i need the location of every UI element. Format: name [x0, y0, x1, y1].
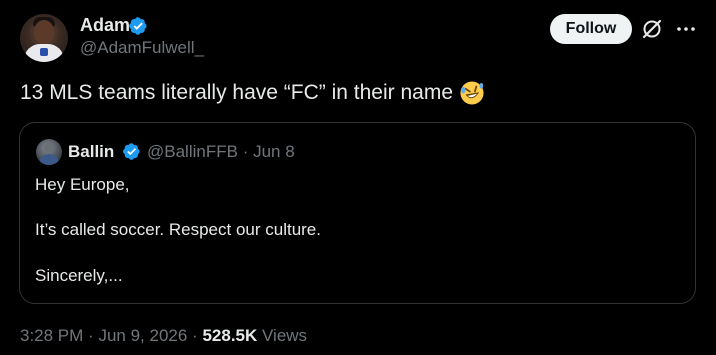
quoted-display-name: Ballin — [68, 142, 115, 161]
avatar-shirt-badge — [40, 48, 48, 56]
quoted-text-line: Sincerely,... — [35, 266, 123, 285]
tweet-date[interactable]: Jun 9, 2026 — [98, 326, 187, 345]
quoted-avatar-head — [44, 143, 54, 154]
quoted-verified-badge-icon — [123, 143, 140, 160]
quoted-date: Jun 8 — [253, 142, 295, 161]
quoted-handle: @BallinFFB — [147, 142, 238, 161]
quoted-text-line: Hey Europe, — [35, 175, 130, 194]
verified-badge-icon — [129, 17, 147, 35]
rolling-laughing-emoji-icon — [460, 81, 484, 105]
quoted-avatar-body — [39, 154, 59, 165]
quoted-meta: @BallinFFB · Jun 8 — [147, 142, 295, 162]
author-handle[interactable]: @AdamFulwell_ — [80, 38, 204, 58]
author-display-name[interactable]: Adam — [80, 15, 130, 36]
tweet-text-body: 13 MLS teams literally have “FC” in thei… — [20, 81, 453, 104]
footer-separator: · — [192, 326, 198, 345]
more-dots-icon[interactable] — [674, 17, 698, 41]
author-avatar[interactable] — [20, 14, 68, 62]
grok-slash-circle-icon[interactable] — [640, 17, 664, 41]
tweet-text: 13 MLS teams literally have “FC” in thei… — [20, 80, 485, 106]
views-count: 528.5K — [202, 326, 258, 345]
quoted-tweet-card[interactable]: Ballin @BallinFFB · Jun 8 Hey Europe, It… — [19, 122, 696, 304]
footer-separator: · — [88, 326, 94, 345]
tweet-footer: 3:28 PM · Jun 9, 2026 · 528.5K Views — [20, 326, 307, 346]
avatar-face — [34, 20, 54, 44]
tweet: Adam @AdamFulwell_ Follow 13 MLS teams l… — [0, 0, 716, 355]
tweet-time[interactable]: 3:28 PM — [20, 326, 83, 345]
quoted-separator: · — [242, 142, 249, 161]
quoted-text-line: It’s called soccer. Respect our culture. — [35, 220, 321, 239]
views-label: Views — [262, 326, 308, 345]
follow-button[interactable]: Follow — [550, 14, 632, 44]
quoted-author-avatar — [36, 139, 62, 165]
